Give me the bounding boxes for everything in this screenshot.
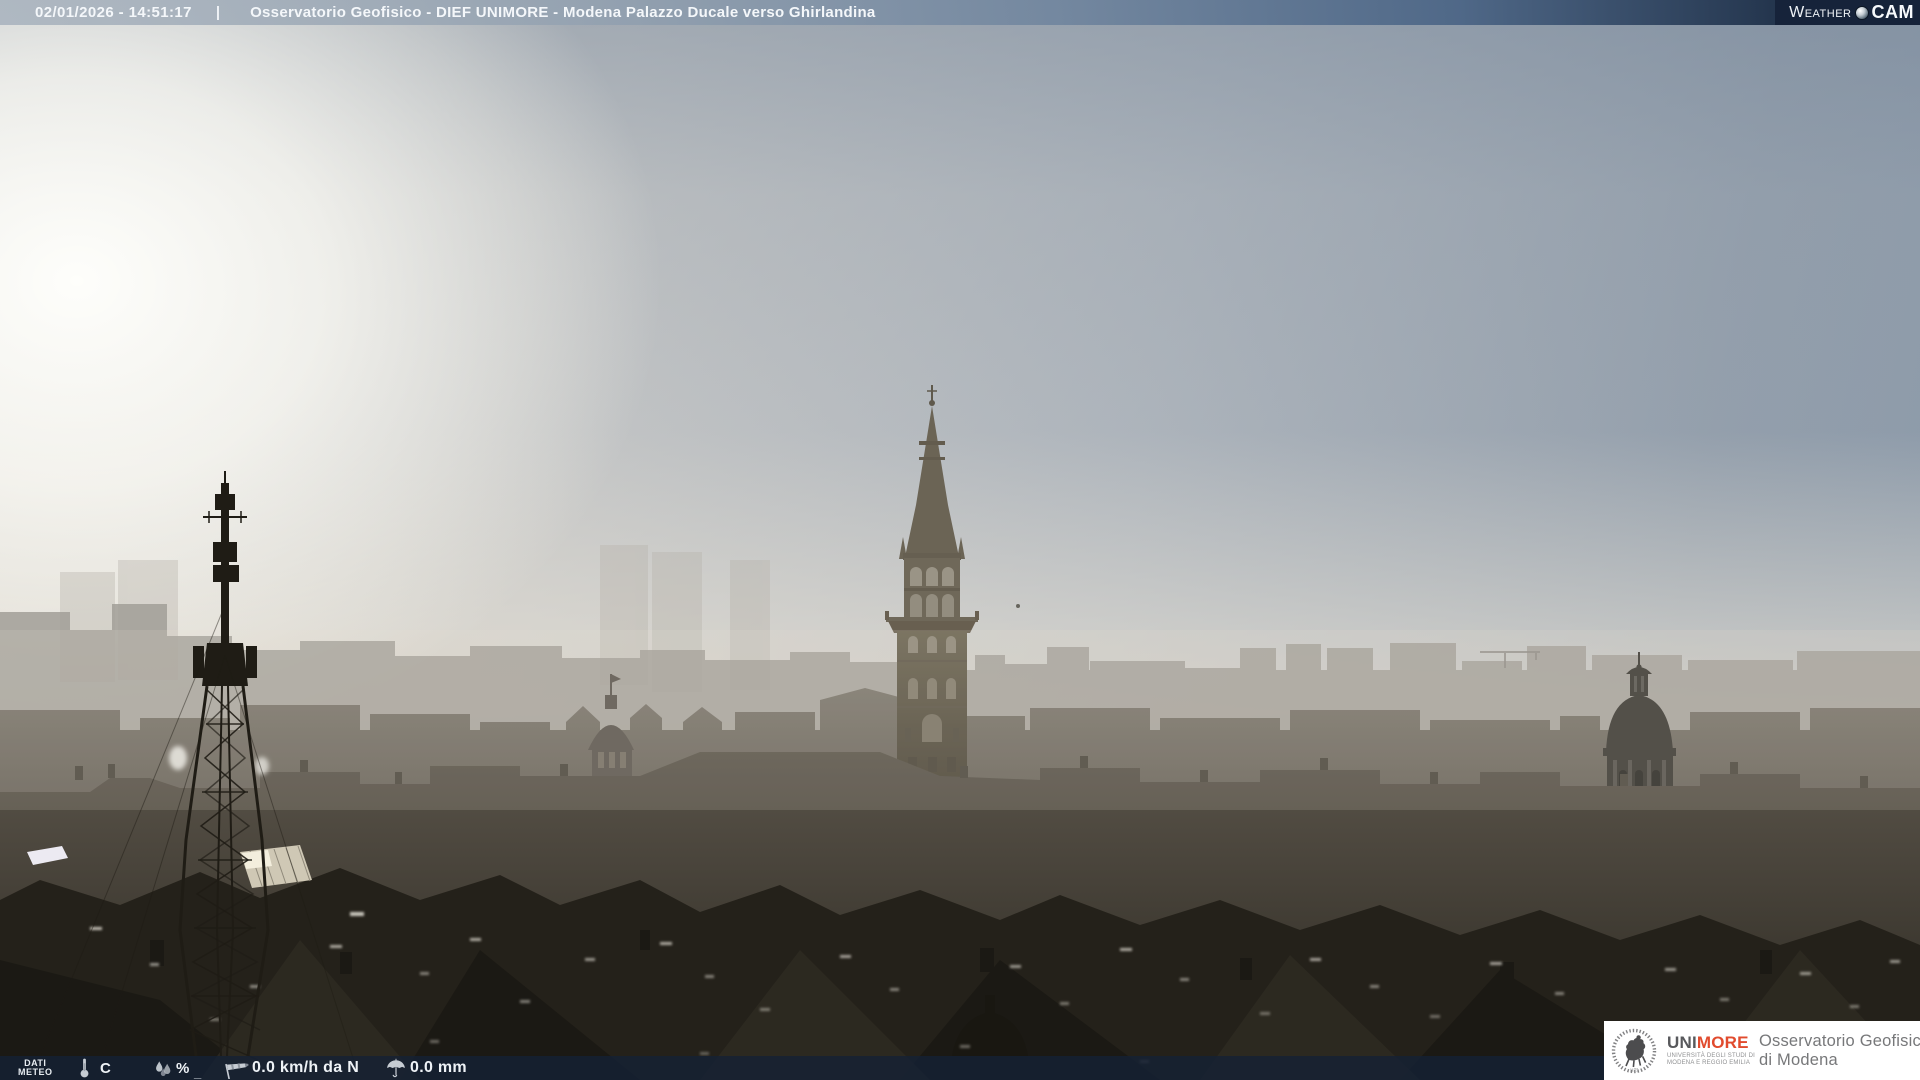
thermometer-icon <box>78 1056 91 1080</box>
wind-value: 0.0 km/h da N <box>252 1059 360 1076</box>
windsock-icon <box>222 1056 250 1080</box>
umbrella-icon <box>385 1056 407 1080</box>
observatory-name-line1: Osservatorio Geofisico <box>1759 1031 1920 1050</box>
weathercam-logo[interactable]: Weather CAM <box>1775 0 1920 25</box>
webcam-title: Osservatorio Geofisico - DIEF UNIMORE - … <box>250 4 876 21</box>
unimore-acronym-uni: UNI <box>1667 1033 1697 1052</box>
water-drops-icon <box>152 1056 176 1080</box>
rain-value: 0.0 mm <box>410 1059 467 1076</box>
temperature-unit: C <box>100 1059 111 1077</box>
weathercam-word2: CAM <box>1871 2 1914 22</box>
camera-lens-icon <box>1854 5 1869 20</box>
header-bar: 02/01/2026 - 14:51:17 | Osservatorio Geo… <box>0 0 1920 25</box>
unimore-brand-box[interactable]: 1175 UNIMORE UNIVERSITÀ DEGLI STUDI DI M… <box>1604 1021 1920 1080</box>
unimore-wordmark: UNIMORE UNIVERSITÀ DEGLI STUDI DI MODENA… <box>1667 1033 1756 1067</box>
city-scene <box>0 385 1920 1080</box>
header-separator: | <box>215 4 221 21</box>
webcam-view: 02/01/2026 - 14:51:17 | Osservatorio Geo… <box>0 0 1920 1080</box>
weathercam-word1: Weather <box>1789 3 1852 21</box>
university-name-line2: MODENA E REGGIO EMILIA <box>1667 1060 1751 1066</box>
svg-text:1175: 1175 <box>1630 1067 1639 1072</box>
university-name-line1: UNIVERSITÀ DEGLI STUDI DI <box>1667 1053 1756 1059</box>
datetime-display: 02/01/2026 - 14:51:17 <box>35 4 192 21</box>
unimore-acronym-more: MORE <box>1696 1033 1749 1052</box>
observatory-name: Osservatorio Geofisico di Modena <box>1759 1032 1920 1070</box>
unimore-seal: 1175 <box>1611 1028 1657 1073</box>
humidity-unit: % <box>176 1059 190 1077</box>
bird <box>1016 604 1020 608</box>
dati-meteo-label: DATI METEO <box>18 1058 53 1077</box>
observatory-name-line2: di Modena <box>1759 1050 1838 1069</box>
haze-overlay <box>0 630 1920 810</box>
